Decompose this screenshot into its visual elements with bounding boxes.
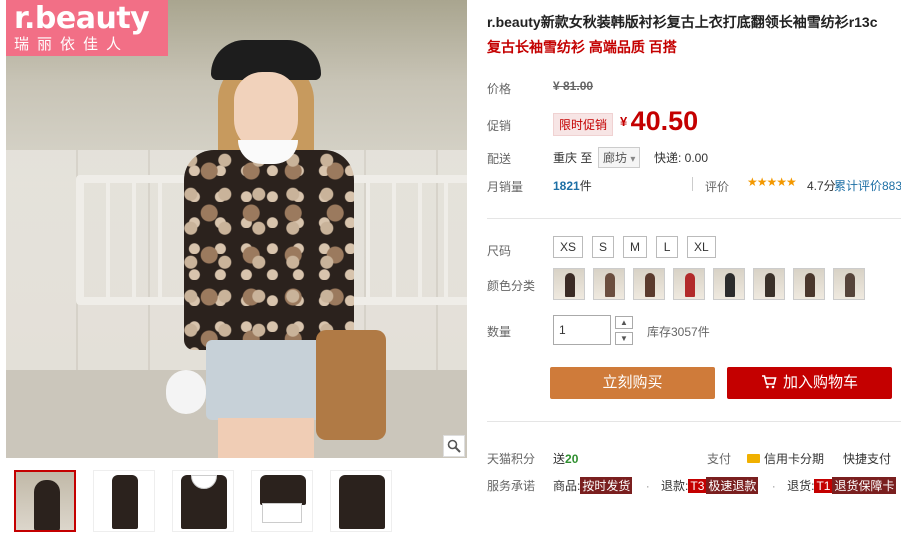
ship-to-select[interactable]: 廊坊 ▾ — [598, 147, 641, 168]
service-refund-code: T3 — [688, 479, 707, 493]
points-number: 20 — [565, 452, 579, 466]
ship-from: 重庆 至 — [553, 151, 593, 165]
model-bag — [316, 330, 386, 440]
service-return-label: 退货: — [787, 479, 815, 493]
color-swatch-4[interactable] — [673, 268, 705, 300]
brand-logo-text: r.beauty — [14, 1, 150, 36]
stock-count: 库存3057件 — [647, 325, 710, 339]
service-separator: · — [771, 479, 776, 493]
quantity-decrement-button[interactable]: ▼ — [615, 332, 633, 345]
fast-pay-link[interactable]: 快捷支付 — [843, 450, 891, 467]
color-swatch-8[interactable] — [833, 268, 865, 300]
currency-symbol: ¥ — [620, 114, 628, 129]
service-return-code: T1 — [814, 479, 833, 493]
color-swatch-6[interactable] — [753, 268, 785, 300]
rating-label: 评价 — [705, 180, 730, 194]
service-goods-label: 商品: — [553, 479, 581, 493]
price-label: 价格 — [487, 82, 512, 96]
chevron-down-icon: ▾ — [630, 154, 636, 165]
shipping-fee: 快递: 0.00 — [654, 151, 709, 165]
service-label: 服务承诺 — [487, 479, 536, 493]
color-options — [553, 268, 865, 300]
monthly-sales: 1821件 — [553, 177, 592, 194]
service-goods-badge: 按时发货 — [580, 477, 633, 494]
color-swatch-7[interactable] — [793, 268, 825, 300]
service-refund-label: 退款: — [661, 479, 689, 493]
service-return[interactable]: 退货: T1 退货保障卡 — [787, 477, 897, 494]
cart-icon — [761, 375, 777, 389]
service-goods[interactable]: 商品: 按时发货 — [553, 477, 636, 494]
product-title: r.beauty新款女秋装韩版衬衫复古上衣打底翻领长袖雪纺衫r13c — [487, 14, 878, 30]
monthly-sales-label: 月销量 — [487, 180, 524, 194]
quantity-increment-button[interactable]: ▲ — [615, 316, 633, 329]
add-to-cart-label: 加入购物车 — [782, 374, 858, 391]
thumbnail-3[interactable] — [172, 470, 234, 532]
delivery-label: 配送 — [487, 152, 512, 166]
color-swatch-3[interactable] — [633, 268, 665, 300]
credit-card-icon — [747, 454, 760, 463]
thumbnail-2[interactable] — [93, 470, 155, 532]
model-shorts — [206, 340, 326, 420]
ship-to-value: 廊坊 — [603, 151, 628, 165]
color-label: 颜色分类 — [487, 279, 536, 293]
promo-label: 促销 — [487, 119, 512, 133]
service-promises: 商品: 按时发货 · 退款: T3 极速退款 · 退货: T1 退货保障卡 — [553, 477, 901, 494]
model-blouse — [184, 150, 354, 350]
size-option-l[interactable]: L — [656, 236, 679, 258]
zoom-button[interactable] — [443, 435, 465, 457]
review-count-link[interactable]: 累计评价883 — [834, 177, 901, 194]
service-refund[interactable]: 退款: T3 极速退款 — [661, 477, 762, 494]
monthly-sales-unit: 件 — [579, 179, 592, 193]
thumbnail-1[interactable] — [14, 470, 76, 532]
model-figure — [166, 40, 386, 458]
size-option-xs[interactable]: XS — [553, 236, 584, 258]
buy-now-button[interactable]: 立刻购买 — [550, 367, 715, 399]
size-option-m[interactable]: M — [623, 236, 648, 258]
quantity-label: 数量 — [487, 325, 512, 339]
color-swatch-5[interactable] — [713, 268, 745, 300]
quantity-input[interactable] — [553, 315, 611, 345]
size-option-xl[interactable]: XL — [687, 236, 716, 258]
add-to-cart-button[interactable]: 加入购物车 — [727, 367, 892, 399]
thumbnail-5[interactable] — [330, 470, 392, 532]
product-info-panel: r.beauty新款女秋装韩版衬衫复古上衣打底翻领长袖雪纺衫r13c 复古长袖雪… — [480, 0, 901, 541]
magnifier-icon — [447, 439, 461, 453]
current-price-value: 40.50 — [630, 106, 699, 136]
main-product-image[interactable] — [6, 0, 467, 458]
model-cup — [166, 370, 206, 414]
size-option-s[interactable]: S — [592, 236, 615, 258]
points-label: 天猫积分 — [487, 452, 536, 466]
payment-label: 支付 — [707, 452, 732, 466]
service-return-badge: 退货保障卡 — [832, 477, 897, 494]
color-swatch-1[interactable] — [553, 268, 585, 300]
original-price: ¥ 81.00 — [553, 79, 594, 93]
star-rating-icon: ★★★★★ — [747, 175, 797, 189]
color-swatch-2[interactable] — [593, 268, 625, 300]
product-subtitle: 复古长袖雪纺衫 高端品质 百搭 — [487, 39, 677, 55]
size-options: XS S M L XL — [553, 236, 716, 258]
service-separator: · — [645, 479, 650, 493]
brand-logo-subtext: 瑞丽依佳人 — [14, 36, 130, 53]
thumbnail-4[interactable] — [251, 470, 313, 532]
points-prefix: 送 — [553, 452, 566, 466]
size-label: 尺码 — [487, 244, 512, 258]
promo-badge: 限时促销 — [553, 113, 614, 136]
divider — [487, 421, 901, 422]
credit-installment-link[interactable]: 信用卡分期 — [747, 450, 824, 467]
divider — [692, 177, 693, 191]
thumbnail-strip — [14, 470, 392, 532]
current-price: ¥ 40.50 — [620, 106, 698, 137]
points-value: 送20 — [553, 450, 578, 467]
divider — [487, 218, 901, 219]
monthly-sales-count: 1821 — [553, 179, 580, 193]
model-legs — [218, 418, 314, 458]
rating-score: 4.7分 — [807, 179, 836, 193]
service-refund-badge: 极速退款 — [706, 477, 759, 494]
brand-logo: r.beauty 瑞丽依佳人 — [6, 0, 168, 56]
credit-installment-label: 信用卡分期 — [764, 452, 825, 466]
